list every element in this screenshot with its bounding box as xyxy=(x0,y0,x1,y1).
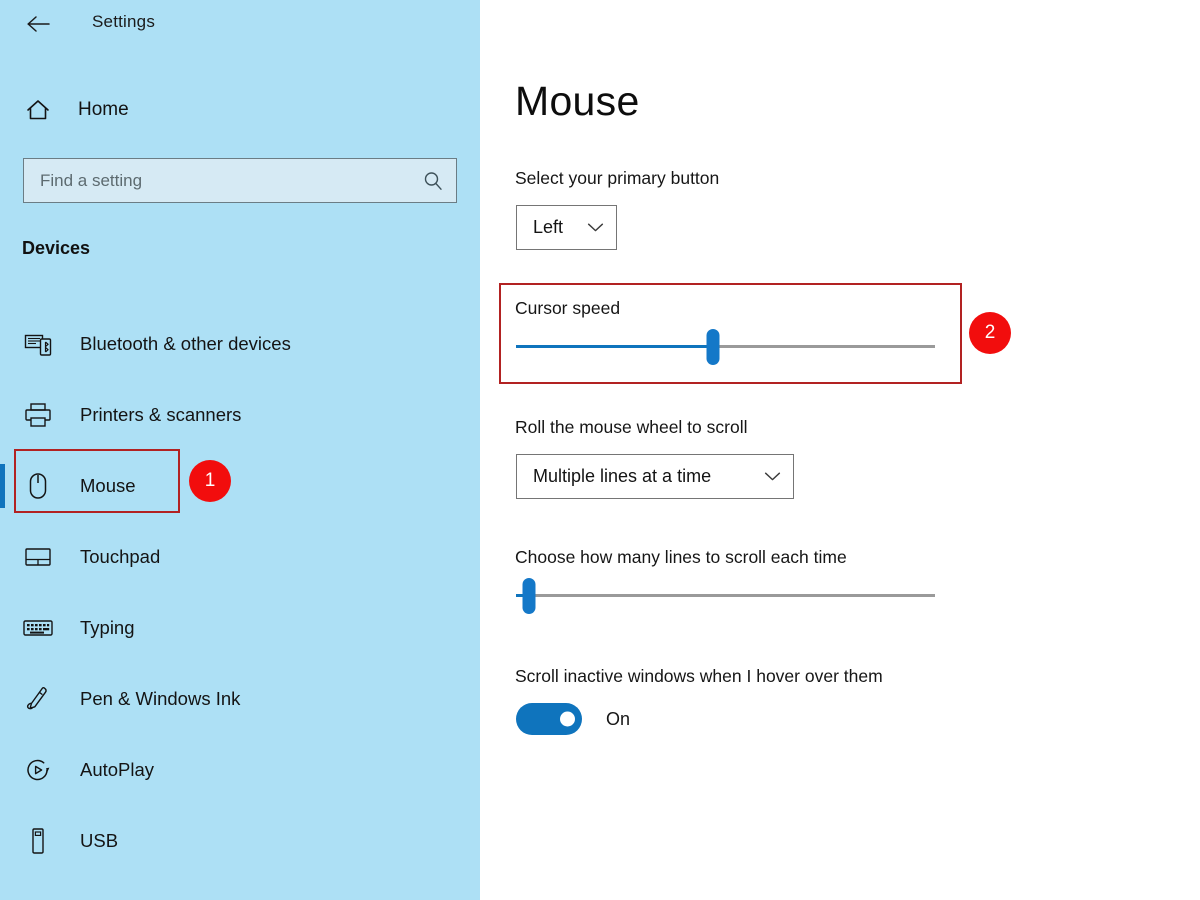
primary-button-dropdown[interactable]: Left xyxy=(516,205,617,250)
settings-window: Settings Home Find a setting Devices Blu… xyxy=(0,0,1200,900)
sidebar-item-home[interactable]: Home xyxy=(22,92,322,128)
sidebar-item-autoplay[interactable]: AutoPlay xyxy=(0,734,480,805)
lines-to-scroll-label: Choose how many lines to scroll each tim… xyxy=(515,547,847,567)
primary-button-value: Left xyxy=(533,217,564,237)
slider-thumb[interactable] xyxy=(522,578,536,614)
sidebar-nav-list: Bluetooth & other devices Printers & sca… xyxy=(0,308,480,876)
wheel-scroll-dropdown[interactable]: Multiple lines at a time xyxy=(516,454,794,499)
back-button[interactable] xyxy=(22,10,54,38)
sidebar-item-label: Mouse xyxy=(80,474,136,496)
printer-icon xyxy=(22,399,54,431)
page-title: Mouse xyxy=(515,78,640,124)
sidebar-item-label: AutoPlay xyxy=(80,758,155,780)
window-title: Settings xyxy=(92,12,156,31)
title-bar: Settings xyxy=(0,0,480,48)
slider-track-filled xyxy=(516,345,713,348)
selection-indicator xyxy=(0,464,5,508)
sidebar-item-label: Typing xyxy=(80,616,135,638)
back-arrow-icon xyxy=(27,16,50,32)
sidebar-group-header: Devices xyxy=(22,238,91,258)
search-icon[interactable] xyxy=(410,159,456,202)
sidebar-item-usb[interactable]: USB xyxy=(0,805,480,876)
inactive-scroll-toggle-row: On xyxy=(516,703,630,735)
primary-button-label: Select your primary button xyxy=(515,168,720,188)
toggle-state-label: On xyxy=(606,708,631,729)
sidebar-item-pen-windows-ink[interactable]: Pen & Windows Ink xyxy=(0,663,480,734)
toggle-knob xyxy=(560,711,575,727)
sidebar-item-bluetooth-other-devices[interactable]: Bluetooth & other devices xyxy=(0,308,480,379)
sidebar-item-label: Bluetooth & other devices xyxy=(80,332,291,354)
autoplay-icon xyxy=(22,754,54,786)
sidebar-item-printers-scanners[interactable]: Printers & scanners xyxy=(0,379,480,450)
cursor-speed-label: Cursor speed xyxy=(515,298,621,318)
inactive-scroll-toggle[interactable] xyxy=(516,703,582,735)
sidebar: Settings Home Find a setting Devices Blu… xyxy=(0,0,480,900)
home-icon xyxy=(22,94,54,126)
mouse-icon xyxy=(22,470,54,502)
sidebar-item-label: Pen & Windows Ink xyxy=(80,687,241,709)
search-input[interactable]: Find a setting xyxy=(23,158,457,203)
usb-icon xyxy=(22,825,54,857)
sidebar-item-label: Touchpad xyxy=(80,545,161,567)
chevron-down-icon xyxy=(587,222,604,233)
slider-thumb[interactable] xyxy=(706,329,720,365)
keyboard-icon xyxy=(22,612,54,644)
sidebar-item-label: USB xyxy=(80,829,119,851)
sidebar-item-typing[interactable]: Typing xyxy=(0,592,480,663)
sidebar-item-label: Printers & scanners xyxy=(80,403,242,425)
lines-to-scroll-slider[interactable] xyxy=(516,578,935,614)
slider-track-remaining xyxy=(712,345,935,348)
bluetooth-devices-icon xyxy=(22,328,54,360)
slider-track-remaining xyxy=(528,594,935,597)
main-content: Mouse Select your primary button Left Cu… xyxy=(480,0,1200,900)
wheel-scroll-value: Multiple lines at a time xyxy=(533,466,712,486)
annotation-badge-2: 2 xyxy=(969,312,1011,354)
cursor-speed-slider[interactable] xyxy=(516,329,935,365)
pen-icon xyxy=(22,683,54,715)
inactive-scroll-label: Scroll inactive windows when I hover ove… xyxy=(515,666,883,686)
chevron-down-icon xyxy=(764,471,781,482)
touchpad-icon xyxy=(22,541,54,573)
wheel-scroll-label: Roll the mouse wheel to scroll xyxy=(515,417,748,437)
sidebar-item-mouse[interactable]: Mouse xyxy=(0,450,480,521)
sidebar-item-touchpad[interactable]: Touchpad xyxy=(0,521,480,592)
sidebar-item-label: Home xyxy=(78,99,129,120)
search-placeholder-text: Find a setting xyxy=(40,170,143,190)
annotation-badge-1: 1 xyxy=(189,460,231,502)
